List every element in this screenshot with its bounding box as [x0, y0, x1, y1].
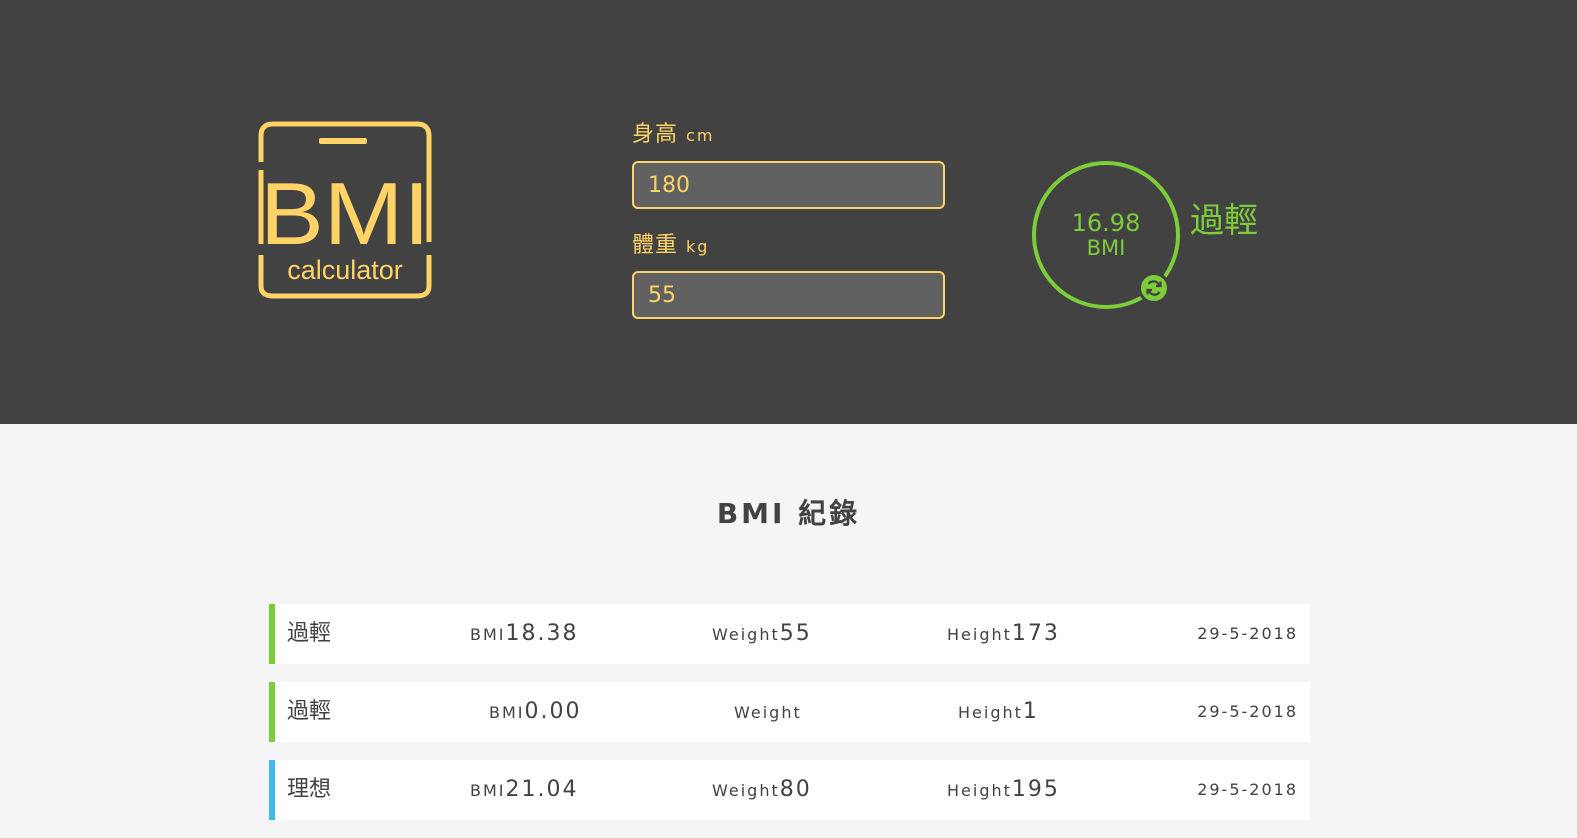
bmi-calculator-logo: BMI calculator [257, 120, 433, 300]
weight-label-text: 體重 [632, 233, 679, 258]
record-weight: Weight55 [712, 604, 812, 665]
logo-title: BMI [260, 164, 430, 263]
refresh-icon [1146, 280, 1162, 296]
record-bmi: BMI21.04 [470, 760, 578, 821]
bmi-result-status: 過輕 [1190, 201, 1258, 241]
record-weight: Weight [734, 682, 802, 743]
record-row: 過輕 BMI18.38 Weight55 Height173 29-5-2018 [269, 604, 1310, 664]
weight-input[interactable] [632, 271, 945, 319]
records-list: 過輕 BMI18.38 Weight55 Height173 29-5-2018… [269, 604, 1310, 838]
record-height-key: Height [947, 781, 1012, 800]
records-title: BMI 紀錄 [716, 497, 861, 530]
calculator-header: BMI calculator 身高 cm 體重 kg 16.98 BMI 過輕 [0, 0, 1577, 424]
record-bmi-key: BMI [489, 703, 525, 722]
record-date: 29-5-2018 [1197, 624, 1298, 643]
record-height-value: 173 [1011, 621, 1060, 646]
record-height: Height1 [958, 682, 1039, 743]
record-weight-value: 55 [779, 621, 812, 646]
record-weight: Weight80 [712, 760, 812, 821]
record-weight-value: 80 [779, 777, 812, 802]
bmi-result-value: 16.98 [1071, 209, 1141, 237]
height-label-text: 身高 [632, 122, 679, 147]
weight-unit: kg [686, 237, 710, 256]
record-height-value: 1 [1022, 699, 1039, 724]
record-date: 29-5-2018 [1197, 702, 1298, 721]
bmi-result-unit: BMI [1086, 236, 1126, 260]
record-weight-key: Weight [712, 625, 780, 644]
height-label: 身高 cm [632, 122, 714, 149]
weight-label: 體重 kg [632, 233, 709, 260]
record-weight-key: Weight [734, 703, 802, 722]
record-bmi-key: BMI [470, 625, 506, 644]
record-height: Height173 [947, 604, 1060, 665]
logo-subtitle: calculator [287, 255, 403, 285]
reset-button[interactable] [1138, 272, 1170, 304]
height-input[interactable] [632, 161, 945, 209]
record-bmi: BMI0.00 [489, 682, 581, 743]
record-bmi-value: 21.04 [505, 777, 579, 802]
record-bmi-value: 18.38 [505, 621, 579, 646]
record-bmi-value: 0.00 [524, 699, 582, 724]
record-weight-key: Weight [712, 781, 780, 800]
record-height-value: 195 [1011, 777, 1060, 802]
record-date: 29-5-2018 [1197, 780, 1298, 799]
record-height-key: Height [947, 625, 1012, 644]
record-bmi: BMI18.38 [470, 604, 578, 665]
record-status: 理想 [287, 777, 332, 802]
record-row: 理想 BMI21.04 Weight80 Height195 29-5-2018 [269, 760, 1310, 820]
record-height-key: Height [958, 703, 1023, 722]
record-bmi-key: BMI [470, 781, 506, 800]
record-status: 過輕 [287, 699, 332, 724]
record-row: 過輕 BMI0.00 Weight Height1 29-5-2018 [269, 682, 1310, 742]
height-unit: cm [686, 126, 715, 145]
record-status: 過輕 [287, 621, 332, 646]
record-height: Height195 [947, 760, 1060, 821]
